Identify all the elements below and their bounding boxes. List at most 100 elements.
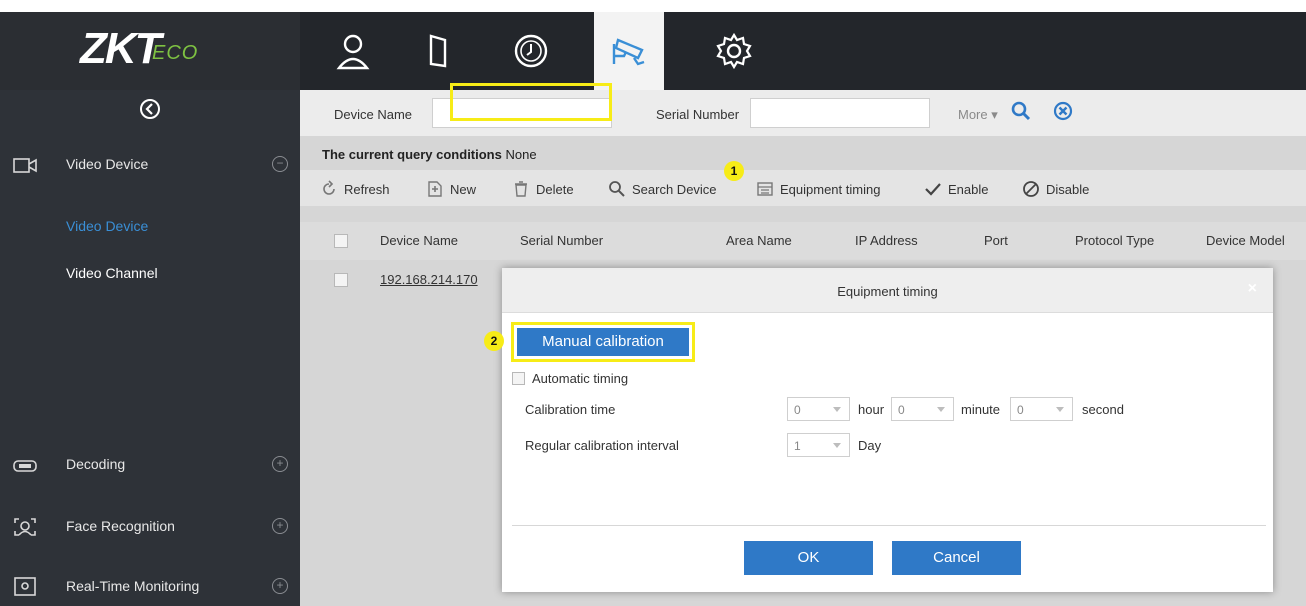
nav-attendance[interactable] [496,12,566,90]
refresh-label: Refresh [344,181,390,197]
search-icon[interactable] [1010,100,1032,122]
gear-icon [716,32,752,70]
sidebar-group-label: Face Recognition [66,518,175,534]
logo-suffix: ECO [152,42,199,64]
minute-select[interactable]: 0 [891,397,954,421]
second-select[interactable]: 0 [1010,397,1073,421]
zkteco-logo: ZKT ECO [0,12,300,90]
face-recognition-icon [14,518,36,536]
hour-value: 0 [794,403,801,417]
second-value: 0 [1017,403,1024,417]
close-icon[interactable]: × [1248,280,1257,298]
chevron-down-icon [937,407,945,412]
sidebar-group-label: Video Device [66,156,149,172]
calibration-interval-label: Regular calibration interval [525,438,679,453]
sidebar-group-decoding[interactable]: Decoding + [0,446,300,482]
new-document-icon [428,181,442,197]
column-header[interactable]: Protocol Type [1075,233,1154,248]
equipment-timing-button[interactable]: Equipment timing [756,178,880,200]
cancel-button[interactable]: Cancel [892,541,1021,575]
refresh-button[interactable]: Refresh [320,178,390,200]
magnifier-icon [609,181,625,197]
device-name-label: Device Name [334,107,413,122]
dialog-title: Equipment timing [837,284,938,299]
enable-label: Enable [948,181,989,197]
chevron-down-icon [833,407,841,412]
sidebar-item-video-channel[interactable]: Video Channel [66,265,158,281]
collapse-toggle-icon[interactable]: − [272,156,288,172]
sidebar-group-video-device[interactable]: Video Device − [0,146,300,182]
chevron-down-icon: ▾ [991,107,998,122]
sidebar-group-label: Real-Time Monitoring [66,578,200,594]
sidebar-item-video-device[interactable]: Video Device [66,218,148,234]
row-checkbox[interactable] [334,273,348,287]
column-header[interactable]: Device Model [1206,233,1285,248]
minute-value: 0 [898,403,905,417]
query-conditions-value: None [505,147,537,162]
logo-text: ZKT [80,24,162,73]
disable-label: Disable [1046,181,1090,197]
clear-search-icon[interactable] [1052,100,1074,122]
delete-label: Delete [536,181,574,197]
column-header[interactable]: IP Address [855,233,918,248]
sidebar-collapse-button[interactable] [0,90,300,128]
search-device-label: Search Device [632,181,717,197]
new-label: New [450,181,477,197]
sidebar-group-label: Decoding [66,456,126,472]
sidebar-group-real-time-monitoring[interactable]: Real-Time Monitoring + [0,568,300,604]
enable-button[interactable]: Enable [924,178,988,200]
expand-toggle-icon[interactable]: + [272,518,288,534]
step-badge-2: 2 [484,331,504,351]
device-name-link[interactable]: 192.168.214.170 [380,272,478,287]
step-badge-1: 1 [724,161,744,181]
query-conditions-label: The current query conditions [322,147,502,162]
nav-system[interactable] [699,12,769,90]
highlight-box-equipment-timing [450,83,612,121]
minute-unit-label: minute [961,402,1001,417]
decoder-icon [13,460,37,472]
equipment-timing-label: Equipment timing [780,181,881,197]
column-header[interactable]: Serial Number [520,233,603,248]
more-label: More [958,107,988,122]
serial-number-input[interactable] [750,98,930,128]
search-device-button[interactable]: Search Device [608,178,717,200]
monitor-icon [14,577,36,596]
ok-button[interactable]: OK [744,541,873,575]
chevron-left-circle-icon [140,99,160,119]
video-camera-icon [13,158,37,173]
column-header[interactable]: Area Name [726,233,792,248]
interval-select[interactable]: 1 [787,433,850,457]
chevron-down-icon [1056,407,1064,412]
nav-access[interactable] [403,12,473,90]
select-all-checkbox[interactable] [334,234,348,248]
person-icon [336,34,370,70]
expand-toggle-icon[interactable]: + [272,578,288,594]
more-filters-dropdown[interactable]: More ▾ [958,107,998,123]
dialog-header: Equipment timing × [502,268,1273,313]
expand-toggle-icon[interactable]: + [272,456,288,472]
nav-video[interactable] [594,12,664,90]
column-header[interactable]: Device Name [380,233,458,248]
new-button[interactable]: New [426,178,476,200]
sidebar: Video Device − Video Device Video Channe… [0,90,300,606]
automatic-timing-checkbox[interactable] [512,372,525,385]
serial-number-label: Serial Number [656,107,740,122]
interval-value: 1 [794,439,801,453]
cctv-icon [612,38,645,66]
nav-personnel[interactable] [318,12,388,90]
chevron-down-icon [833,443,841,448]
calibration-time-label: Calibration time [525,402,616,417]
automatic-timing-label: Automatic timing [532,371,629,386]
table-header: Device Name Serial Number Area Name IP A… [300,222,1306,260]
hour-select[interactable]: 0 [787,397,850,421]
delete-button[interactable]: Delete [512,178,574,200]
hour-unit-label: hour [858,402,885,417]
sidebar-group-face-recognition[interactable]: Face Recognition + [0,508,300,544]
query-conditions: The current query conditions None [322,147,537,162]
disable-button[interactable]: Disable [1022,178,1089,200]
clock-icon [514,34,548,68]
trash-icon [515,181,527,197]
manual-calibration-button[interactable]: Manual calibration [517,328,689,356]
column-header[interactable]: Port [984,233,1008,248]
checkmark-icon [925,183,941,196]
